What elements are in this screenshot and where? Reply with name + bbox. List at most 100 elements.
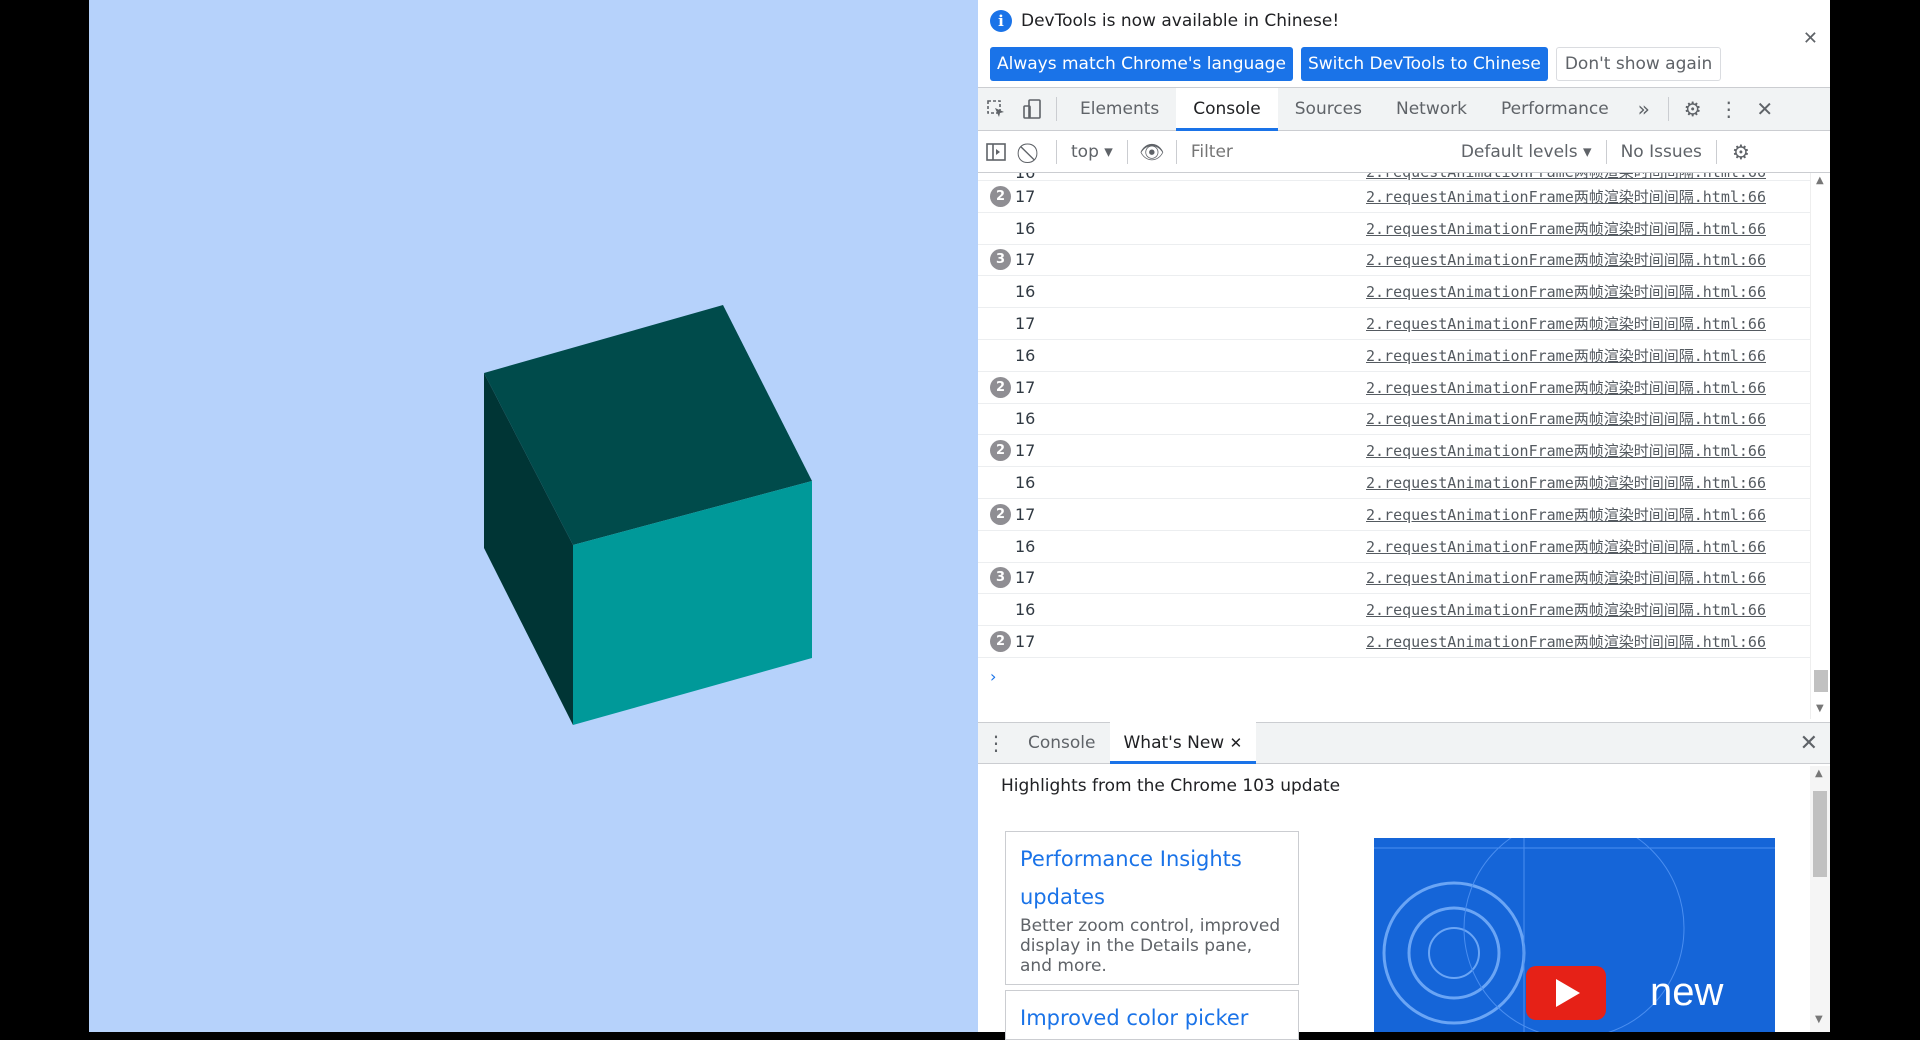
source-link[interactable]: 2.requestAnimationFrame两帧渲染时间间隔.html:66 bbox=[1366, 567, 1766, 588]
performance-insights-card[interactable]: Performance Insights updates Better zoom… bbox=[1005, 831, 1299, 985]
source-link[interactable]: 2.requestAnimationFrame两帧渲染时间间隔.html:66 bbox=[1366, 504, 1766, 525]
console-scrollbar[interactable]: ▲ ▼ bbox=[1810, 173, 1830, 719]
infobar-buttons: Always match Chrome's language Switch De… bbox=[990, 47, 1722, 81]
drawer-scroll-down-icon[interactable]: ▼ bbox=[1815, 1014, 1823, 1025]
source-link[interactable]: 2.requestAnimationFrame两帧渲染时间间隔.html:66 bbox=[1366, 313, 1766, 334]
scroll-up-icon[interactable]: ▲ bbox=[1816, 175, 1824, 186]
tab-network[interactable]: Network bbox=[1379, 88, 1484, 131]
video-caption: new bbox=[1650, 970, 1724, 1014]
card-title-performance-insights[interactable]: Performance Insights updates bbox=[1020, 840, 1284, 916]
console-row: 3 17 2.requestAnimationFrame两帧渲染时间间隔.html:… bbox=[978, 563, 1810, 595]
log-levels-dropdown[interactable]: Default levels ▾ bbox=[1453, 142, 1600, 162]
console-row: 16 2.requestAnimationFrame两帧渲染时间间隔.html:6… bbox=[978, 213, 1810, 245]
drawer-tab-console[interactable]: Console bbox=[1014, 722, 1110, 764]
source-link[interactable]: 2.requestAnimationFrame两帧渲染时间间隔.html:66 bbox=[1366, 440, 1766, 461]
close-drawer-icon[interactable]: ✕ bbox=[1800, 731, 1818, 756]
drawer-scroll-up-icon[interactable]: ▲ bbox=[1815, 768, 1823, 779]
cube-canvas bbox=[484, 305, 812, 725]
device-toolbar-icon[interactable] bbox=[1014, 88, 1050, 131]
source-link[interactable]: 2.requestAnimationFrame两帧渲染时间间隔.html:66 bbox=[1366, 218, 1766, 239]
dont-show-again-button[interactable]: Don't show again bbox=[1555, 47, 1722, 81]
infobar-close-icon[interactable]: ✕ bbox=[1803, 28, 1818, 49]
partial-row-source-link[interactable]: 2.requestAnimationFrame两帧渲染时间间隔.html:66 bbox=[1366, 173, 1766, 180]
repeat-count-badge: 2 bbox=[990, 376, 1011, 398]
context-selector[interactable]: top ▾ bbox=[1063, 142, 1121, 162]
console-toolbar: ⃠ top ▾ 👁 Default levels ▾ No Issues ⚙ bbox=[978, 131, 1830, 173]
source-link[interactable]: 2.requestAnimationFrame两帧渲染时间间隔.html:66 bbox=[1366, 599, 1766, 620]
issues-counter[interactable]: No Issues bbox=[1613, 142, 1710, 162]
repeat-count-badge: 2 bbox=[990, 440, 1011, 462]
source-link[interactable]: 2.requestAnimationFrame两帧渲染时间间隔.html:66 bbox=[1366, 281, 1766, 302]
source-link[interactable]: 2.requestAnimationFrame两帧渲染时间间隔.html:66 bbox=[1366, 631, 1766, 652]
repeat-count-badge: 3 bbox=[990, 567, 1011, 589]
clear-console-icon[interactable]: ⃠ bbox=[1014, 130, 1050, 173]
log-value: 17 bbox=[1015, 568, 1036, 588]
source-link[interactable]: 2.requestAnimationFrame两帧渲染时间间隔.html:66 bbox=[1366, 249, 1766, 270]
drawer-scroll-thumb[interactable] bbox=[1813, 791, 1827, 877]
tabbar-divider bbox=[1056, 97, 1057, 121]
log-value: 16 bbox=[1015, 473, 1036, 493]
always-match-language-button[interactable]: Always match Chrome's language bbox=[990, 47, 1293, 81]
card-title-color-picker[interactable]: Improved color picker bbox=[1020, 999, 1284, 1037]
screen: i DevTools is now available in Chinese! … bbox=[0, 0, 1920, 1040]
tab-console[interactable]: Console bbox=[1176, 87, 1278, 131]
tab-sources[interactable]: Sources bbox=[1278, 88, 1379, 131]
devtools-tabbar: Elements Console Sources Network Perform… bbox=[978, 87, 1830, 131]
info-icon: i bbox=[990, 10, 1012, 32]
devtools-panel: i DevTools is now available in Chinese! … bbox=[978, 0, 1830, 1040]
drawer-tabbar: ⋮ Console What's New ✕ ✕ bbox=[978, 722, 1830, 764]
log-value: 16 bbox=[1015, 282, 1036, 302]
toolbar-divider-2 bbox=[1126, 139, 1128, 164]
source-link[interactable]: 2.requestAnimationFrame两帧渲染时间间隔.html:66 bbox=[1366, 472, 1766, 493]
toolbar-divider-3 bbox=[1175, 139, 1177, 164]
console-row: 16 2.requestAnimationFrame两帧渲染时间间隔.html:6… bbox=[978, 340, 1810, 372]
source-link[interactable]: 2.requestAnimationFrame两帧渲染时间间隔.html:66 bbox=[1366, 377, 1766, 398]
source-link[interactable]: 2.requestAnimationFrame两帧渲染时间间隔.html:66 bbox=[1366, 345, 1766, 366]
console-row: 2 17 2.requestAnimationFrame两帧渲染时间间隔.html:… bbox=[978, 499, 1810, 531]
switch-to-chinese-button[interactable]: Switch DevTools to Chinese bbox=[1300, 47, 1548, 81]
log-value: 17 bbox=[1015, 314, 1036, 334]
console-prompt-icon[interactable]: › bbox=[990, 667, 996, 686]
more-tabs-icon[interactable]: » bbox=[1626, 88, 1662, 131]
tab-elements[interactable]: Elements bbox=[1063, 88, 1176, 131]
tab-performance[interactable]: Performance bbox=[1484, 88, 1626, 131]
toolbar-divider bbox=[1056, 139, 1057, 164]
console-messages: 16 2.requestAnimationFrame两帧渲染时间间隔.html:… bbox=[978, 173, 1810, 705]
console-settings-gear-icon[interactable]: ⚙ bbox=[1723, 130, 1759, 173]
drawer-scrollbar[interactable]: ▲ ▼ bbox=[1810, 766, 1830, 1032]
drawer-tab-whats-new[interactable]: What's New ✕ bbox=[1109, 722, 1257, 764]
settings-gear-icon[interactable]: ⚙ bbox=[1675, 88, 1711, 131]
inspect-element-icon[interactable] bbox=[978, 88, 1014, 131]
toolbar-divider-4 bbox=[1605, 139, 1607, 164]
render-viewport bbox=[89, 0, 978, 1032]
whats-new-heading: Highlights from the Chrome 103 update bbox=[1001, 776, 1341, 796]
language-infobar: i DevTools is now available in Chinese! … bbox=[978, 0, 1830, 88]
close-tab-icon[interactable]: ✕ bbox=[1230, 734, 1243, 752]
console-row: 16 2.requestAnimationFrame两帧渲染时间间隔.html:6… bbox=[978, 531, 1810, 563]
color-picker-card[interactable]: Improved color picker bbox=[1005, 990, 1299, 1040]
source-link[interactable]: 2.requestAnimationFrame两帧渲染时间间隔.html:66 bbox=[1366, 536, 1766, 557]
drawer-menu-icon[interactable]: ⋮ bbox=[978, 722, 1014, 765]
log-value: 16 bbox=[1015, 409, 1036, 429]
live-expression-eye-icon[interactable]: 👁 bbox=[1134, 130, 1170, 173]
log-value: 17 bbox=[1015, 377, 1036, 397]
console-scroll-thumb[interactable] bbox=[1814, 670, 1828, 692]
card-description-performance-insights: Better zoom control, improved display in… bbox=[1020, 916, 1281, 976]
log-value: 17 bbox=[1015, 441, 1036, 461]
context-selector-value: top bbox=[1071, 141, 1099, 162]
log-value: 17 bbox=[1015, 186, 1036, 206]
sidebar-toggle-icon[interactable] bbox=[978, 130, 1014, 173]
source-link[interactable]: 2.requestAnimationFrame两帧渲染时间间隔.html:66 bbox=[1366, 186, 1766, 207]
scroll-down-icon[interactable]: ▼ bbox=[1816, 703, 1824, 714]
console-filter-input[interactable] bbox=[1182, 136, 1453, 167]
repeat-count-badge: 3 bbox=[990, 249, 1011, 271]
log-levels-value: Default levels bbox=[1460, 141, 1578, 162]
kebab-menu-icon[interactable]: ⋮ bbox=[1711, 88, 1747, 131]
whats-new-video-thumbnail[interactable]: new bbox=[1374, 838, 1775, 1032]
console-rows: 2 17 2.requestAnimationFrame两帧渲染时间间隔.html:… bbox=[978, 181, 1810, 658]
close-devtools-icon[interactable]: ✕ bbox=[1747, 88, 1783, 131]
infobar-message-line: i DevTools is now available in Chinese! bbox=[990, 10, 1339, 32]
source-link[interactable]: 2.requestAnimationFrame两帧渲染时间间隔.html:66 bbox=[1366, 408, 1766, 429]
log-value: 16 bbox=[1015, 218, 1036, 238]
context-dropdown-arrow-icon: ▾ bbox=[1104, 141, 1113, 162]
